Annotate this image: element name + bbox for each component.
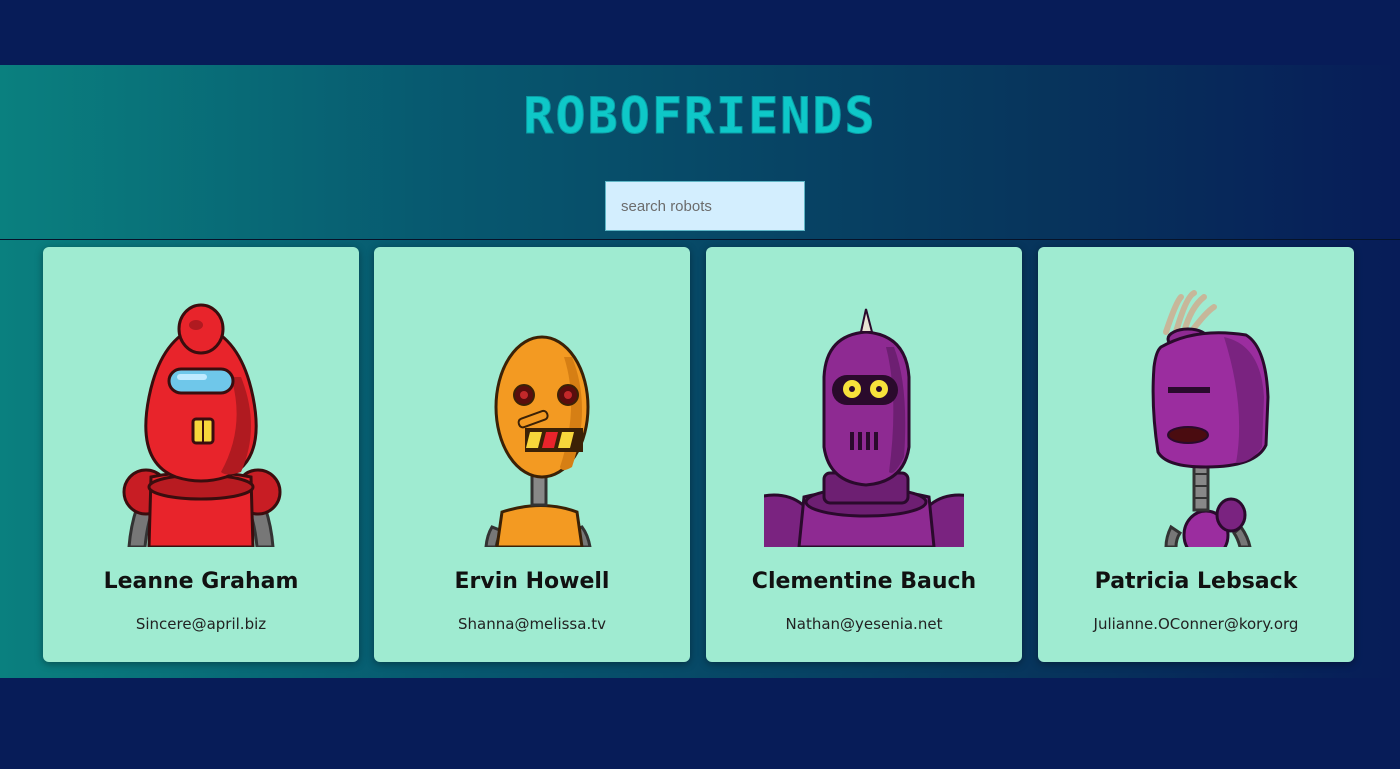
purple-square-robot-icon [1096,277,1296,547]
robot-card[interactable]: Ervin Howell Shanna@melissa.tv [374,247,690,662]
search-input[interactable] [605,181,805,231]
purple-robot-icon [764,277,964,547]
robot-card[interactable]: Clementine Bauch Nathan@yesenia.net [706,247,1022,662]
orange-robot-icon [432,277,632,547]
robot-name: Ervin Howell [454,569,610,594]
robot-email: Shanna@melissa.tv [458,615,606,633]
header: ROBOFRIENDS [0,65,1400,240]
card-list: Leanne Graham Sincere@april.biz Ervin Ho… [0,247,1400,663]
robot-email: Nathan@yesenia.net [785,615,943,633]
robot-name: Patricia Lebsack [1094,569,1298,594]
page-title: ROBOFRIENDS [523,87,877,146]
red-robot-icon [101,277,301,547]
robot-card[interactable]: Patricia Lebsack Julianne.OConner@kory.o… [1038,247,1354,662]
robot-email: Julianne.OConner@kory.org [1093,615,1299,633]
robot-email: Sincere@april.biz [135,615,267,633]
app-container: ROBOFRIENDS search robots Leanne Graham … [0,65,1400,678]
robot-name: Leanne Graham [103,569,299,594]
robot-card[interactable]: Leanne Graham Sincere@april.biz [43,247,359,662]
robot-name: Clementine Bauch [751,569,977,594]
